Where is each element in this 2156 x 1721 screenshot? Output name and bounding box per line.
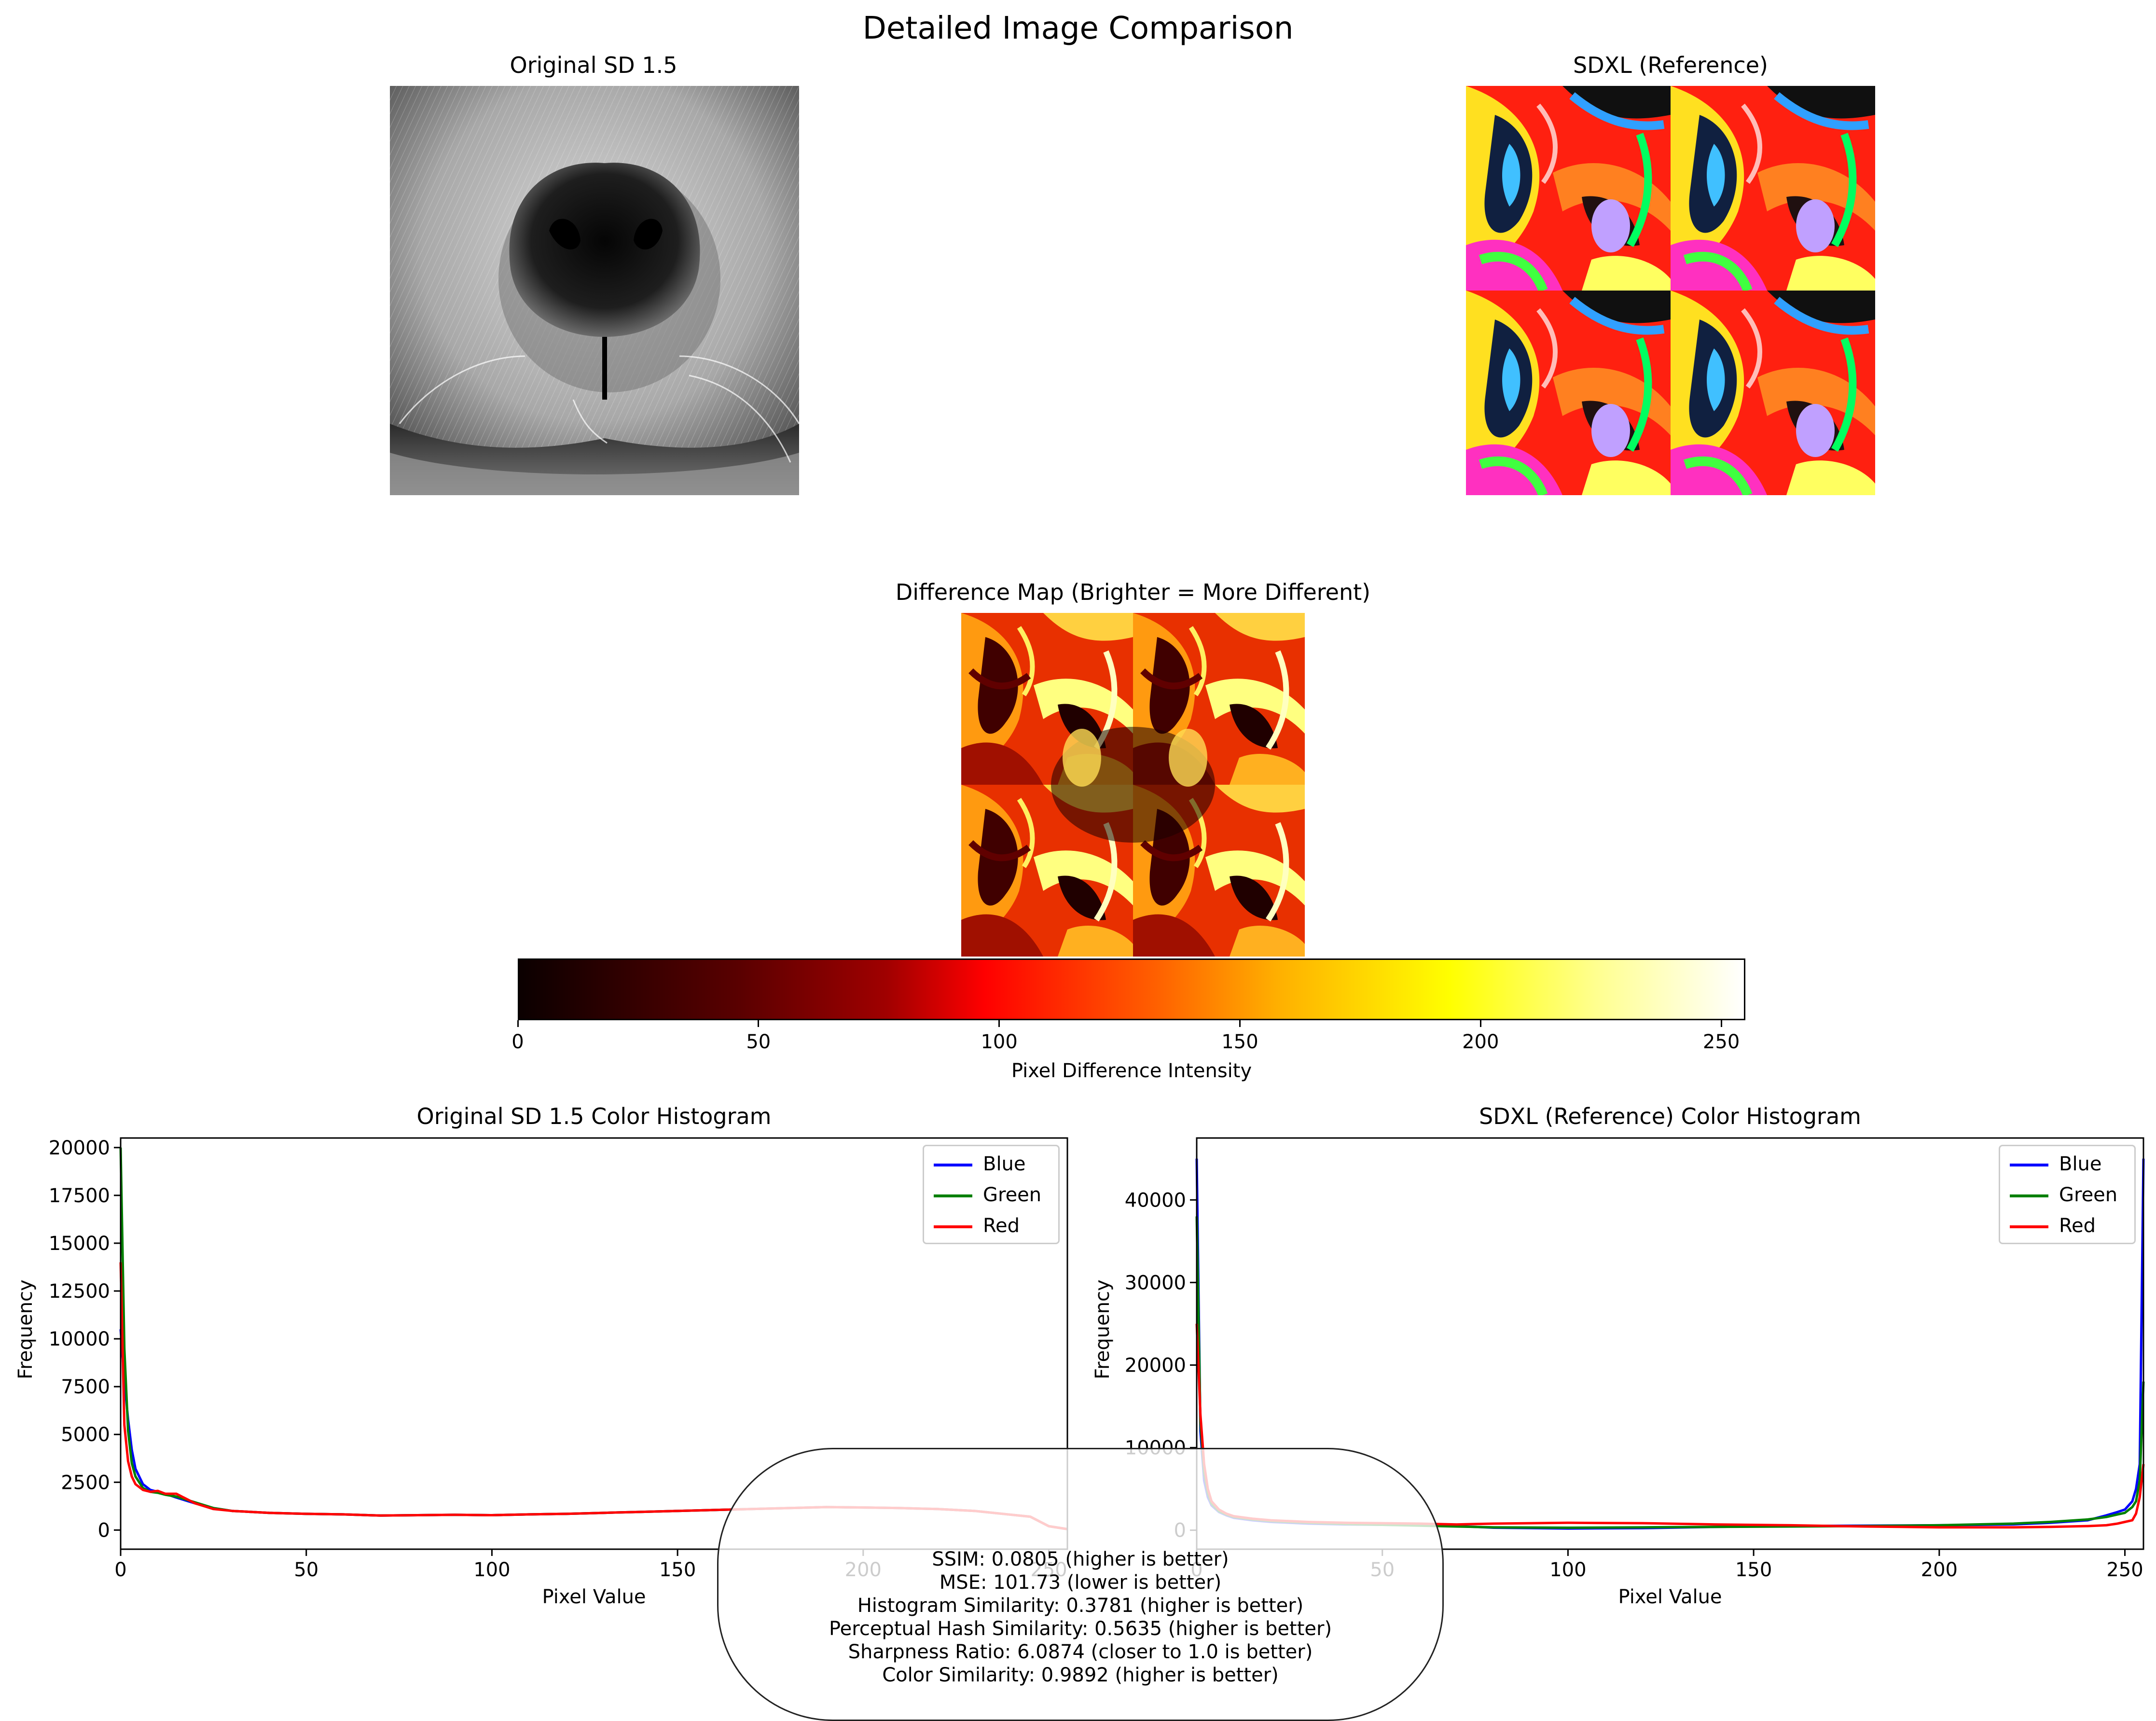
legend-swatch-blue — [2010, 1164, 2048, 1166]
colorbar-tick-label: 200 — [1462, 1031, 1499, 1053]
colorbar-tick-label: 50 — [746, 1031, 771, 1053]
colorbar-tick-mark — [517, 1020, 519, 1027]
x-tick-label: 100 — [1549, 1559, 1586, 1581]
y-tick-label: 20000 — [1125, 1354, 1186, 1376]
y-tick-label: 17500 — [49, 1185, 110, 1207]
y-tick-label: 0 — [98, 1519, 110, 1541]
legend-label-blue: Blue — [2059, 1153, 2102, 1175]
hist2-ylabel: Frequency — [1092, 1279, 1114, 1379]
legend-label-red: Red — [2059, 1215, 2096, 1237]
hist1-ylabel: Frequency — [14, 1279, 37, 1379]
y-tick-label: 12500 — [49, 1280, 110, 1303]
difference-map-image — [961, 613, 1305, 957]
legend-swatch-red — [934, 1225, 972, 1228]
y-tick-label: 5000 — [61, 1424, 110, 1446]
legend-swatch-green — [2010, 1194, 2048, 1197]
hist2-legend: Blue Green Red — [1999, 1145, 2136, 1244]
colorbar-tick-mark — [1479, 1020, 1481, 1027]
legend-label-blue: Blue — [983, 1153, 1026, 1175]
metric-sharpness-ratio: Sharpness Ratio: 6.0874 (closer to 1.0 i… — [848, 1641, 1313, 1663]
x-tick-label: 150 — [659, 1559, 696, 1581]
colorbar-tick-label: 150 — [1221, 1031, 1258, 1053]
colorbar-tick-label: 0 — [511, 1031, 524, 1053]
x-tick-label: 200 — [1921, 1559, 1958, 1581]
hist1-legend: Blue Green Red — [923, 1145, 1060, 1244]
figure-title: Detailed Image Comparison — [862, 11, 1294, 46]
x-tick-label: 50 — [294, 1559, 318, 1581]
y-tick-label: 40000 — [1125, 1189, 1186, 1211]
y-tick-label: 15000 — [49, 1233, 110, 1255]
legend-swatch-blue — [934, 1164, 972, 1166]
legend-label-red: Red — [983, 1215, 1020, 1237]
colorbar-label: Pixel Difference Intensity — [1011, 1060, 1252, 1082]
metric-histogram-similarity: Histogram Similarity: 0.3781 (higher is … — [857, 1595, 1304, 1617]
hist2-xlabel: Pixel Value — [1618, 1586, 1722, 1608]
colorbar-tick-mark — [1720, 1020, 1722, 1027]
legend-label-green: Green — [2059, 1184, 2118, 1206]
y-tick-label: 10000 — [49, 1328, 110, 1350]
legend-swatch-green — [934, 1194, 972, 1197]
y-tick-label: 30000 — [1125, 1272, 1186, 1294]
metric-ssim: SSIM: 0.0805 (higher is better) — [932, 1548, 1229, 1570]
metric-mse: MSE: 101.73 (lower is better) — [939, 1571, 1222, 1594]
y-tick-label: 20000 — [49, 1137, 110, 1159]
legend-swatch-red — [2010, 1225, 2048, 1228]
original-panel-title: Original SD 1.5 — [510, 52, 677, 78]
x-tick-label: 150 — [1735, 1559, 1772, 1581]
colorbar — [518, 958, 1745, 1020]
colorbar-tick-label: 100 — [981, 1031, 1018, 1053]
colorbar-tick-mark — [998, 1020, 1000, 1027]
legend-label-green: Green — [983, 1184, 1042, 1206]
reference-image — [1466, 86, 1875, 495]
x-tick-label: 0 — [114, 1559, 126, 1581]
hist2-title: SDXL (Reference) Color Histogram — [1479, 1103, 1861, 1129]
metric-phash-similarity: Perceptual Hash Similarity: 0.5635 (high… — [829, 1618, 1332, 1640]
original-image — [390, 86, 799, 495]
y-tick-label: 2500 — [61, 1471, 110, 1494]
reference-panel-title: SDXL (Reference) — [1573, 52, 1768, 78]
colorbar-tick-label: 250 — [1702, 1031, 1740, 1053]
x-tick-label: 250 — [2106, 1559, 2143, 1581]
hist1-xlabel: Pixel Value — [542, 1586, 646, 1608]
x-tick-label: 100 — [473, 1559, 510, 1581]
colorbar-tick-mark — [1239, 1020, 1241, 1027]
colorbar-tick-mark — [758, 1020, 760, 1027]
metric-color-similarity: Color Similarity: 0.9892 (higher is bett… — [882, 1664, 1279, 1686]
hist1-title: Original SD 1.5 Color Histogram — [416, 1103, 772, 1129]
difference-map-title: Difference Map (Brighter = More Differen… — [895, 579, 1371, 605]
y-tick-label: 7500 — [61, 1376, 110, 1398]
metrics-box: SSIM: 0.0805 (higher is better) MSE: 101… — [717, 1448, 1444, 1721]
